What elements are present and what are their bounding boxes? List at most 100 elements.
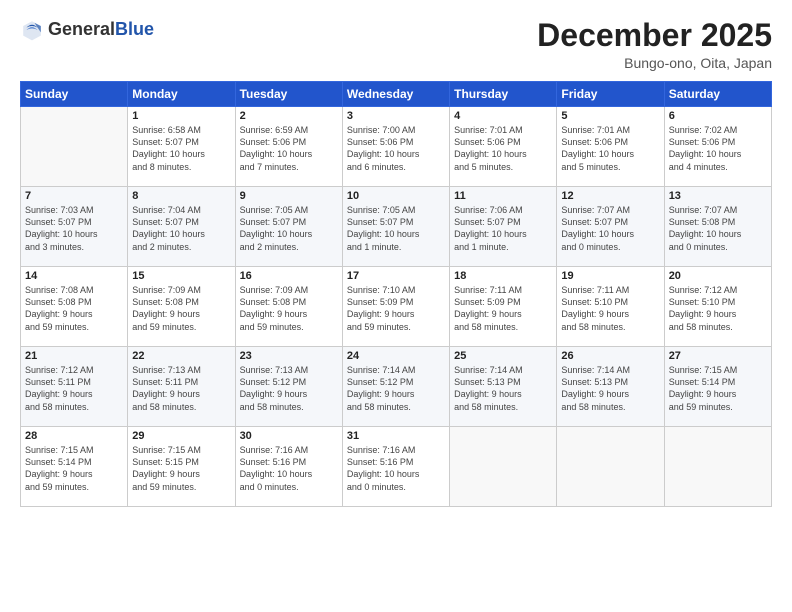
weekday-header-monday: Monday <box>128 82 235 107</box>
calendar-cell: 30 Sunrise: 7:16 AM Sunset: 5:16 PM Dayli… <box>235 427 342 507</box>
day-number: 3 <box>347 110 445 122</box>
calendar-cell: 7Sunrise: 7:03 AM Sunset: 5:07 PM Daylig… <box>21 187 128 267</box>
cell-info: Sunrise: 7:09 AM Sunset: 5:08 PM Dayligh… <box>132 284 230 333</box>
calendar-cell: 8 Sunrise: 7:04 AM Sunset: 5:07 PM Daylig… <box>128 187 235 267</box>
day-number: 19 <box>561 270 659 282</box>
cell-info: Sunrise: 7:14 AM Sunset: 5:13 PM Dayligh… <box>454 364 552 413</box>
day-number: 4 <box>454 110 552 122</box>
cell-info: Sunrise: 7:14 AM Sunset: 5:12 PM Dayligh… <box>347 364 445 413</box>
day-number: 8 <box>132 190 230 202</box>
day-number: 21 <box>25 350 123 362</box>
day-number: 18 <box>454 270 552 282</box>
calendar-cell: 29Sunrise: 7:15 AM Sunset: 5:15 PM Dayli… <box>128 427 235 507</box>
weekday-header-wednesday: Wednesday <box>342 82 449 107</box>
day-number: 20 <box>669 270 767 282</box>
week-row-4: 28 Sunrise: 7:15 AM Sunset: 5:14 PM Dayli… <box>21 427 772 507</box>
cell-info: Sunrise: 7:10 AM Sunset: 5:09 PM Dayligh… <box>347 284 445 333</box>
day-number: 31 <box>347 430 445 442</box>
week-row-2: 14Sunrise: 7:08 AM Sunset: 5:08 PM Dayli… <box>21 267 772 347</box>
cell-info: Sunrise: 7:07 AM Sunset: 5:08 PM Dayligh… <box>669 204 767 253</box>
calendar-cell: 4 Sunrise: 7:01 AM Sunset: 5:06 PM Daylig… <box>450 107 557 187</box>
day-number: 9 <box>240 190 338 202</box>
day-number: 10 <box>347 190 445 202</box>
cell-info: Sunrise: 7:06 AM Sunset: 5:07 PM Dayligh… <box>454 204 552 253</box>
cell-info: Sunrise: 7:05 AM Sunset: 5:07 PM Dayligh… <box>240 204 338 253</box>
week-row-1: 7Sunrise: 7:03 AM Sunset: 5:07 PM Daylig… <box>21 187 772 267</box>
logo-general-text: General <box>48 20 115 40</box>
day-number: 13 <box>669 190 767 202</box>
calendar-cell: 20 Sunrise: 7:12 AM Sunset: 5:10 PM Dayli… <box>664 267 771 347</box>
cell-info: Sunrise: 7:13 AM Sunset: 5:12 PM Dayligh… <box>240 364 338 413</box>
calendar-cell: 15 Sunrise: 7:09 AM Sunset: 5:08 PM Dayli… <box>128 267 235 347</box>
weekday-header-tuesday: Tuesday <box>235 82 342 107</box>
cell-info: Sunrise: 7:00 AM Sunset: 5:06 PM Dayligh… <box>347 124 445 173</box>
cell-info: Sunrise: 7:02 AM Sunset: 5:06 PM Dayligh… <box>669 124 767 173</box>
cell-info: Sunrise: 7:04 AM Sunset: 5:07 PM Dayligh… <box>132 204 230 253</box>
calendar-cell: 22 Sunrise: 7:13 AM Sunset: 5:11 PM Dayli… <box>128 347 235 427</box>
cell-info: Sunrise: 6:58 AM Sunset: 5:07 PM Dayligh… <box>132 124 230 173</box>
calendar-cell: 24 Sunrise: 7:14 AM Sunset: 5:12 PM Dayli… <box>342 347 449 427</box>
calendar-cell <box>450 427 557 507</box>
day-number: 22 <box>132 350 230 362</box>
cell-info: Sunrise: 7:12 AM Sunset: 5:11 PM Dayligh… <box>25 364 123 413</box>
weekday-header-saturday: Saturday <box>664 82 771 107</box>
cell-info: Sunrise: 7:01 AM Sunset: 5:06 PM Dayligh… <box>454 124 552 173</box>
calendar-cell: 31Sunrise: 7:16 AM Sunset: 5:16 PM Dayli… <box>342 427 449 507</box>
calendar-cell <box>664 427 771 507</box>
cell-info: Sunrise: 7:11 AM Sunset: 5:10 PM Dayligh… <box>561 284 659 333</box>
calendar-cell: 28 Sunrise: 7:15 AM Sunset: 5:14 PM Dayli… <box>21 427 128 507</box>
calendar-cell: 27Sunrise: 7:15 AM Sunset: 5:14 PM Dayli… <box>664 347 771 427</box>
cell-info: Sunrise: 6:59 AM Sunset: 5:06 PM Dayligh… <box>240 124 338 173</box>
title-block: December 2025 Bungo-ono, Oita, Japan <box>537 18 772 71</box>
day-number: 1 <box>132 110 230 122</box>
calendar-cell: 26Sunrise: 7:14 AM Sunset: 5:13 PM Dayli… <box>557 347 664 427</box>
calendar-cell: 2Sunrise: 6:59 AM Sunset: 5:06 PM Daylig… <box>235 107 342 187</box>
month-title: December 2025 <box>537 18 772 53</box>
calendar-cell: 9 Sunrise: 7:05 AM Sunset: 5:07 PM Daylig… <box>235 187 342 267</box>
day-number: 16 <box>240 270 338 282</box>
cell-info: Sunrise: 7:15 AM Sunset: 5:14 PM Dayligh… <box>669 364 767 413</box>
cell-info: Sunrise: 7:05 AM Sunset: 5:07 PM Dayligh… <box>347 204 445 253</box>
logo-icon <box>20 18 44 42</box>
calendar-cell <box>557 427 664 507</box>
week-row-0: 1 Sunrise: 6:58 AM Sunset: 5:07 PM Daylig… <box>21 107 772 187</box>
day-number: 25 <box>454 350 552 362</box>
day-number: 30 <box>240 430 338 442</box>
cell-info: Sunrise: 7:13 AM Sunset: 5:11 PM Dayligh… <box>132 364 230 413</box>
calendar-cell: 25 Sunrise: 7:14 AM Sunset: 5:13 PM Dayli… <box>450 347 557 427</box>
calendar: SundayMondayTuesdayWednesdayThursdayFrid… <box>20 81 772 507</box>
calendar-cell: 10 Sunrise: 7:05 AM Sunset: 5:07 PM Dayli… <box>342 187 449 267</box>
day-number: 12 <box>561 190 659 202</box>
calendar-cell: 12Sunrise: 7:07 AM Sunset: 5:07 PM Dayli… <box>557 187 664 267</box>
calendar-cell: 1 Sunrise: 6:58 AM Sunset: 5:07 PM Daylig… <box>128 107 235 187</box>
calendar-cell: 11Sunrise: 7:06 AM Sunset: 5:07 PM Dayli… <box>450 187 557 267</box>
calendar-cell: 21 Sunrise: 7:12 AM Sunset: 5:11 PM Dayli… <box>21 347 128 427</box>
calendar-cell: 19 Sunrise: 7:11 AM Sunset: 5:10 PM Dayli… <box>557 267 664 347</box>
calendar-cell: 3 Sunrise: 7:00 AM Sunset: 5:06 PM Daylig… <box>342 107 449 187</box>
day-number: 26 <box>561 350 659 362</box>
location: Bungo-ono, Oita, Japan <box>537 55 772 71</box>
cell-info: Sunrise: 7:09 AM Sunset: 5:08 PM Dayligh… <box>240 284 338 333</box>
day-number: 28 <box>25 430 123 442</box>
logo: GeneralBlue <box>20 18 154 42</box>
logo-blue-text: Blue <box>115 20 154 40</box>
week-row-3: 21 Sunrise: 7:12 AM Sunset: 5:11 PM Dayli… <box>21 347 772 427</box>
calendar-cell: 23Sunrise: 7:13 AM Sunset: 5:12 PM Dayli… <box>235 347 342 427</box>
weekday-header-sunday: Sunday <box>21 82 128 107</box>
cell-info: Sunrise: 7:16 AM Sunset: 5:16 PM Dayligh… <box>240 444 338 493</box>
day-number: 24 <box>347 350 445 362</box>
header: GeneralBlue December 2025 Bungo-ono, Oit… <box>20 18 772 71</box>
calendar-cell: 14Sunrise: 7:08 AM Sunset: 5:08 PM Dayli… <box>21 267 128 347</box>
calendar-cell <box>21 107 128 187</box>
cell-info: Sunrise: 7:03 AM Sunset: 5:07 PM Dayligh… <box>25 204 123 253</box>
calendar-cell: 6Sunrise: 7:02 AM Sunset: 5:06 PM Daylig… <box>664 107 771 187</box>
day-number: 15 <box>132 270 230 282</box>
cell-info: Sunrise: 7:11 AM Sunset: 5:09 PM Dayligh… <box>454 284 552 333</box>
weekday-header-friday: Friday <box>557 82 664 107</box>
weekday-header-row: SundayMondayTuesdayWednesdayThursdayFrid… <box>21 82 772 107</box>
cell-info: Sunrise: 7:12 AM Sunset: 5:10 PM Dayligh… <box>669 284 767 333</box>
weekday-header-thursday: Thursday <box>450 82 557 107</box>
cell-info: Sunrise: 7:15 AM Sunset: 5:14 PM Dayligh… <box>25 444 123 493</box>
day-number: 5 <box>561 110 659 122</box>
cell-info: Sunrise: 7:15 AM Sunset: 5:15 PM Dayligh… <box>132 444 230 493</box>
